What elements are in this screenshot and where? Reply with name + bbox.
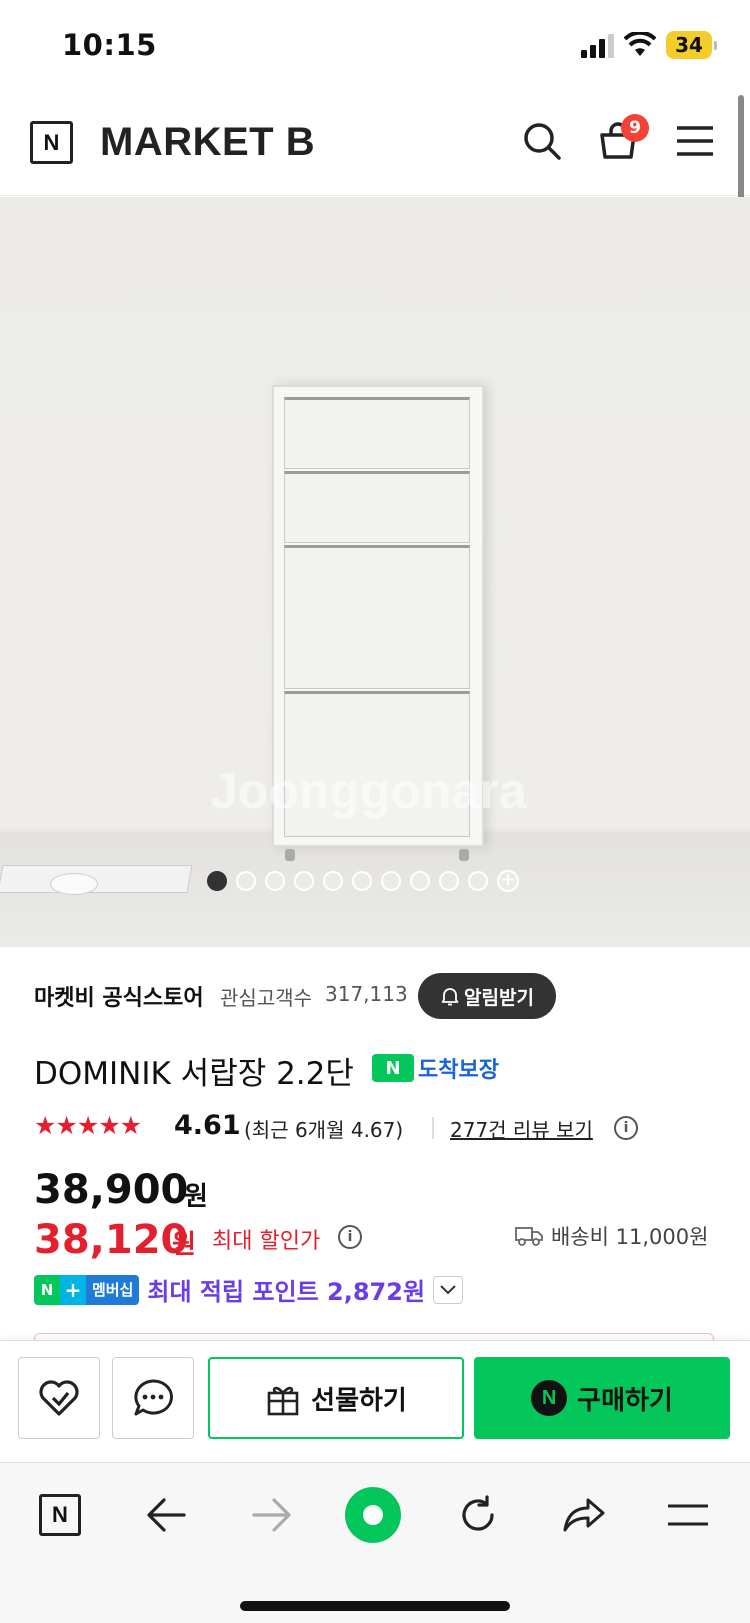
back-button[interactable]	[138, 1487, 194, 1543]
product-image-carousel[interactable]: Joonggonara +	[0, 197, 750, 947]
buy-label: 구매하기	[577, 1385, 673, 1416]
carousel-pagination: +	[207, 870, 519, 892]
carousel-dot[interactable]	[265, 871, 285, 891]
wishlist-button[interactable]	[18, 1357, 100, 1439]
naver-home-button[interactable]: N	[32, 1487, 88, 1543]
caster-wheel-image	[285, 849, 295, 861]
fans-label: 관심고객수	[220, 986, 312, 1010]
naver-logo[interactable]: N	[30, 121, 73, 164]
heart-icon	[39, 1380, 79, 1416]
drawer-image	[284, 471, 470, 543]
guaranteed-delivery-badge[interactable]: N 도착보장	[372, 1052, 499, 1084]
naver-n-icon: N	[39, 1494, 81, 1536]
forward-button[interactable]	[244, 1487, 300, 1543]
hamburger-menu-icon	[677, 126, 713, 156]
store-name[interactable]: 마켓비 공식스토어	[34, 980, 204, 1012]
max-points: 최대 적립 포인트 2,872원	[147, 1278, 426, 1306]
cart-count-badge: 9	[621, 114, 649, 142]
shipping-fee-text: 배송비 11,000원	[551, 1225, 709, 1249]
carousel-dot[interactable]	[468, 871, 488, 891]
carousel-more-icon[interactable]: +	[497, 870, 519, 892]
gift-button[interactable]: 선물하기	[208, 1357, 464, 1439]
npay-points-row[interactable]: N + 멤버십 최대 적립 포인트 2,872원	[34, 1272, 464, 1307]
sale-price-unit: 원	[172, 1230, 196, 1260]
delivery-truck-icon: N	[372, 1054, 414, 1082]
carousel-dot[interactable]	[439, 871, 459, 891]
shipping-fee: 배송비 11,000원	[515, 1221, 708, 1251]
arrow-left-icon	[147, 1498, 186, 1532]
expand-points-button[interactable]	[433, 1275, 464, 1304]
arrow-right-icon	[252, 1498, 291, 1532]
bell-plus-icon	[441, 988, 459, 1006]
caster-wheel-image	[459, 849, 469, 861]
menu-lines-icon	[668, 1504, 708, 1526]
star-rating: ★★★★★	[34, 1111, 142, 1140]
wifi-icon	[624, 32, 656, 56]
carousel-dot[interactable]	[207, 871, 227, 891]
naver-pay-icon: N	[531, 1380, 568, 1416]
drawer-image	[284, 545, 470, 689]
info-icon[interactable]: i	[338, 1225, 362, 1249]
puck-light-image	[50, 873, 98, 895]
fans-count: 317,113	[325, 982, 408, 1006]
browser-toolbar: N	[0, 1462, 750, 1623]
gift-label: 선물하기	[311, 1385, 407, 1416]
reviews-link[interactable]: 277건 리뷰 보기	[450, 1114, 593, 1143]
share-button[interactable]	[556, 1487, 612, 1543]
brand-logo[interactable]: MARKET B	[100, 120, 315, 165]
original-price: 38,900	[34, 1167, 189, 1213]
delivery-badge-label: 도착보장	[418, 1058, 499, 1083]
refresh-icon	[462, 1495, 494, 1531]
purchase-action-bar: 선물하기 N 구매하기	[0, 1340, 750, 1462]
green-dot-icon	[345, 1487, 401, 1543]
menu-button[interactable]	[670, 116, 720, 166]
original-price-unit: 원	[184, 1182, 208, 1212]
carousel-dot[interactable]	[381, 871, 401, 891]
delivery-truck-icon	[515, 1227, 543, 1246]
max-discount-label: 최대 할인가	[212, 1229, 321, 1254]
battery-indicator: 34	[666, 31, 717, 59]
cart-button[interactable]: 9	[593, 114, 649, 166]
status-bar: 10:15 34	[0, 0, 750, 92]
chat-bubble-icon	[134, 1379, 173, 1416]
browser-menu-button[interactable]	[660, 1487, 716, 1543]
rating-value: 4.61	[174, 1110, 241, 1141]
npay-membership-badge: N + 멤버십	[34, 1274, 140, 1305]
alarm-label: 알림받기	[464, 986, 534, 1009]
share-arrow-icon	[563, 1498, 605, 1532]
notification-subscribe-button[interactable]: 알림받기	[418, 973, 556, 1019]
carousel-dot[interactable]	[323, 871, 343, 891]
site-header: N MARKET B 9	[0, 92, 750, 196]
chevron-down-icon	[440, 1284, 456, 1294]
recent-rating: (최근 6개월 4.67)	[244, 1118, 404, 1142]
buy-button[interactable]: N 구매하기	[474, 1357, 730, 1439]
watermark-text: Joonggonara	[210, 763, 527, 819]
refresh-button[interactable]	[450, 1487, 506, 1543]
gift-icon	[267, 1386, 299, 1416]
talk-button[interactable]	[112, 1357, 194, 1439]
info-icon[interactable]: i	[614, 1116, 638, 1140]
carousel-dot[interactable]	[410, 871, 430, 891]
search-icon	[524, 123, 561, 160]
drawer-image	[284, 397, 470, 469]
carousel-dot[interactable]	[352, 871, 372, 891]
divider	[432, 1117, 434, 1139]
carousel-dot[interactable]	[236, 871, 256, 891]
signal-icon	[581, 34, 614, 58]
search-button[interactable]	[517, 116, 567, 166]
green-dot-button[interactable]	[343, 1485, 403, 1545]
product-title: DOMINIK 서랍장 2.2단	[34, 1056, 354, 1092]
carousel-dot[interactable]	[294, 871, 314, 891]
home-indicator[interactable]	[240, 1601, 510, 1611]
status-time: 10:15	[62, 28, 157, 62]
sale-price: 38,120	[34, 1217, 189, 1263]
